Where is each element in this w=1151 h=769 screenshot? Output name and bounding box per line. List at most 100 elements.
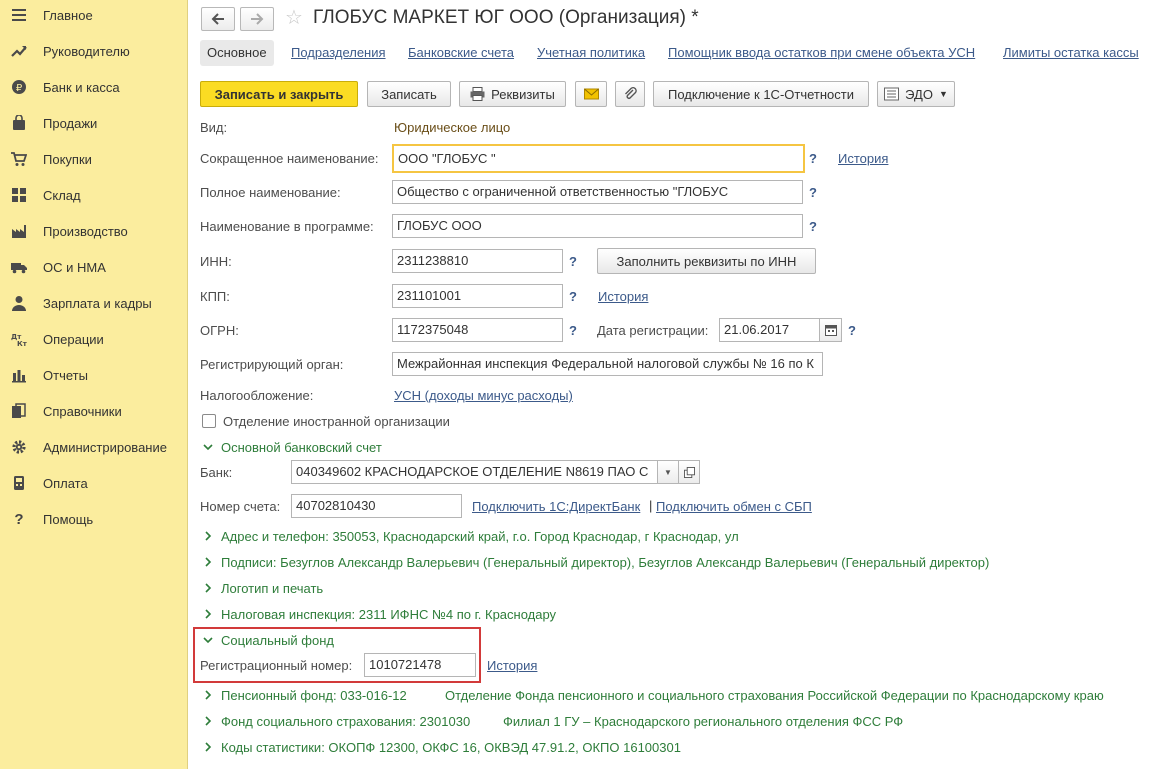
fss-title: Фонд социального страхования: 2301030 <box>221 714 471 729</box>
fill-by-inn-button[interactable]: Заполнить реквизиты по ИНН <box>597 248 816 274</box>
email-button[interactable] <box>575 81 607 107</box>
bank-input[interactable]: 040349602 КРАСНОДАРСКОЕ ОТДЕЛЕНИЕ N8619 … <box>291 460 658 484</box>
kpp-label: КПП: <box>200 289 230 304</box>
sidebar-item-label: ОС и НМА <box>43 259 106 275</box>
dt-kt-icon: Дт Кт <box>10 330 28 348</box>
taxation-link[interactable]: УСН (доходы минус расходы) <box>394 388 573 403</box>
ogrn-input[interactable]: 1172375048 <box>392 318 563 342</box>
sidebar-item-label: Администрирование <box>43 439 167 455</box>
tab-accounting-policy[interactable]: Учетная политика <box>537 40 645 66</box>
full-name-help-icon[interactable]: ? <box>809 185 817 200</box>
social-fund-history-link[interactable]: История <box>487 658 537 673</box>
reg-date-input[interactable]: 21.06.2017 <box>719 318 820 342</box>
attach-button[interactable] <box>615 81 645 107</box>
connect-directbank-link[interactable]: Подключить 1С:ДиректБанк <box>472 499 640 514</box>
calendar-icon <box>824 325 837 336</box>
sidebar-item-label: Операции <box>43 331 104 347</box>
sidebar-item-assets[interactable]: ОС и НМА <box>0 249 188 285</box>
sidebar-item-warehouse[interactable]: Склад <box>0 177 188 213</box>
ogrn-help-icon[interactable]: ? <box>569 323 577 338</box>
sidebar-item-main[interactable]: Главное <box>0 0 188 33</box>
inn-input[interactable]: 2311238810 <box>392 249 563 273</box>
sidebar-item-salary[interactable]: Зарплата и кадры <box>0 285 188 321</box>
tax-office-group[interactable]: Налоговая инспекция: 2311 ИФНС №4 по г. … <box>203 607 556 622</box>
reg-date-help-icon[interactable]: ? <box>848 323 856 338</box>
tab-usn-balance-assistant[interactable]: Помощник ввода остатков при смене объект… <box>668 40 975 66</box>
kpp-input[interactable]: 231101001 <box>392 284 563 308</box>
connect-sbp-link[interactable]: Подключить обмен с СБП <box>656 499 812 514</box>
back-button[interactable] <box>201 7 235 31</box>
stat-codes-group[interactable]: Коды статистики: ОКОПФ 12300, ОКФС 16, О… <box>203 740 681 755</box>
foreign-branch-checkbox[interactable] <box>202 414 216 428</box>
address-group[interactable]: Адрес и телефон: 350053, Краснодарский к… <box>203 529 739 544</box>
tax-office-group-title: Налоговая инспекция: 2311 ИФНС №4 по г. … <box>221 607 557 622</box>
connect-reporting-button[interactable]: Подключение к 1С-Отчетности <box>653 81 869 107</box>
full-name-label: Полное наименование: <box>200 185 341 200</box>
favorite-star-icon[interactable]: ☆ <box>285 8 303 28</box>
factory-icon <box>10 222 28 240</box>
sidebar-item-payment[interactable]: Оплата <box>0 465 188 501</box>
program-name-help-icon[interactable]: ? <box>809 219 817 234</box>
short-name-history-link[interactable]: История <box>838 151 888 166</box>
ogrn-label: ОГРН: <box>200 323 239 338</box>
sidebar-item-production[interactable]: Производство <box>0 213 188 249</box>
tab-main[interactable]: Основное <box>200 40 274 66</box>
social-fund-group[interactable]: Социальный фонд <box>203 633 334 648</box>
tab-cash-limits[interactable]: Лимиты остатка кассы <box>1003 40 1139 66</box>
sidebar-item-operations[interactable]: Дт Кт Операции <box>0 321 188 357</box>
full-name-input[interactable]: Общество с ограниченной ответственностью… <box>392 180 803 204</box>
sidebar-item-bank[interactable]: ₽ Банк и касса <box>0 69 188 105</box>
sidebar-item-purchases[interactable]: Покупки <box>0 141 188 177</box>
links-separator: | <box>649 498 653 513</box>
sidebar-item-label: Оплата <box>43 475 88 491</box>
signatures-group-title: Подписи: Безуглов Александр Валерьевич (… <box>221 555 990 570</box>
sidebar-item-label: Помощь <box>43 511 94 527</box>
pension-fund-group[interactable]: Пенсионный фонд: 033-016-12 <box>203 688 407 703</box>
sidebar-item-directories[interactable]: Справочники <box>0 393 188 429</box>
sidebar-item-manager[interactable]: Руководителю <box>0 33 188 69</box>
fss-group[interactable]: Фонд социального страхования: 2301030 <box>203 714 470 729</box>
type-value[interactable]: Юридическое лицо <box>394 120 510 135</box>
program-name-label: Наименование в программе: <box>200 219 374 234</box>
sidebar: Главное Руководителю ₽ Банк и касса Прод… <box>0 0 188 769</box>
social-fund-title: Социальный фонд <box>221 633 335 648</box>
short-name-input[interactable]: ООО "ГЛОБУС " <box>392 144 805 173</box>
logo-group[interactable]: Логотип и печать <box>203 581 323 596</box>
kpp-help-icon[interactable]: ? <box>569 289 577 304</box>
bank-section-header[interactable]: Основной банковский счет <box>203 440 382 455</box>
reg-number-input[interactable]: 1010721478 <box>364 653 476 677</box>
sidebar-item-label: Главное <box>43 7 93 23</box>
bank-open-button[interactable] <box>678 460 700 484</box>
inn-help-icon[interactable]: ? <box>569 254 577 269</box>
sidebar-item-label: Справочники <box>43 403 122 419</box>
sidebar-item-sales[interactable]: Продажи <box>0 105 188 141</box>
sidebar-item-label: Покупки <box>43 151 92 167</box>
edo-button[interactable]: ЭДО ▼ <box>877 81 955 107</box>
save-and-close-button[interactable]: Записать и закрыть <box>200 81 358 107</box>
signatures-group[interactable]: Подписи: Безуглов Александр Валерьевич (… <box>203 555 989 570</box>
sidebar-item-help[interactable]: ? Помощь <box>0 501 188 537</box>
sidebar-item-label: Продажи <box>43 115 98 131</box>
shopping-bag-icon <box>10 114 28 132</box>
trend-icon <box>10 42 28 60</box>
calendar-button[interactable] <box>819 318 842 342</box>
sidebar-item-admin[interactable]: Администрирование <box>0 429 188 465</box>
account-input[interactable]: 40702810430 <box>291 494 462 518</box>
short-name-help-icon[interactable]: ? <box>809 151 817 166</box>
reg-org-input[interactable]: Межрайонная инспекция Федеральной налого… <box>392 352 823 376</box>
tab-departments[interactable]: Подразделения <box>291 40 386 66</box>
save-button[interactable]: Записать <box>367 81 451 107</box>
forward-button[interactable] <box>240 7 274 31</box>
kpp-history-link[interactable]: История <box>598 289 648 304</box>
chevron-right-icon <box>203 740 215 755</box>
chevron-right-icon <box>203 688 215 703</box>
chevron-right-icon <box>203 581 215 596</box>
tab-bank-accounts[interactable]: Банковские счета <box>408 40 514 66</box>
books-icon <box>10 402 28 420</box>
sidebar-item-reports[interactable]: Отчеты <box>0 357 188 393</box>
program-name-input[interactable]: ГЛОБУС ООО <box>392 214 803 238</box>
bank-dropdown-button[interactable]: ▼ <box>657 460 679 484</box>
edo-label: ЭДО <box>905 86 933 102</box>
requisites-label: Реквизиты <box>491 86 555 102</box>
requisites-button[interactable]: Реквизиты <box>459 81 566 107</box>
